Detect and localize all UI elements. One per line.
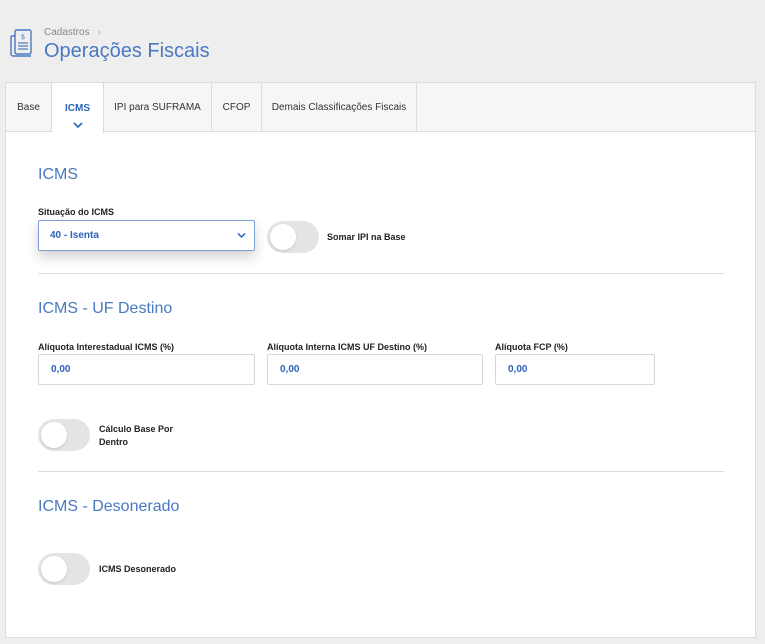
somar-ipi-toggle[interactable]	[267, 221, 319, 253]
page-title: Operações Fiscais	[44, 40, 210, 62]
aliquota-fcp-label: Alíquota FCP (%)	[495, 342, 568, 352]
svg-text:$: $	[21, 33, 25, 41]
section-title-desonerado: ICMS - Desonerado	[38, 498, 180, 515]
calculo-base-label: Cálculo Base Por Dentro	[99, 424, 174, 447]
aliquota-interna-label: Alíquota Interna ICMS UF Destino (%)	[267, 342, 428, 352]
input-value: 0,00	[51, 364, 71, 375]
situacao-icms-value: 40 - Isenta	[50, 230, 99, 241]
situacao-icms-label: Situação do ICMS	[38, 207, 115, 217]
aliquota-fcp-input[interactable]: 0,00	[495, 354, 655, 385]
tab-label: CFOP	[222, 102, 251, 113]
aliquota-interestadual-label: Alíquota Interestadual ICMS (%)	[38, 342, 175, 352]
main-panel: Base ICMS IPI para SUFRAMA CFOP Demais C…	[5, 82, 756, 638]
page-header: $ Cadastros › Operações Fiscais	[0, 0, 765, 82]
section-title-uf-destino: ICMS - UF Destino	[38, 300, 173, 317]
tab-bar: Base ICMS IPI para SUFRAMA CFOP Demais C…	[6, 83, 755, 133]
tab-cfop[interactable]: CFOP	[212, 83, 262, 132]
divider	[38, 273, 724, 274]
receipt-icon: $	[10, 29, 32, 57]
calculo-base-toggle[interactable]	[38, 419, 90, 451]
input-value: 0,00	[508, 364, 528, 375]
tab-label: Base	[17, 102, 40, 113]
tab-demais-classificacoes[interactable]: Demais Classificações Fiscais	[262, 83, 417, 132]
chevron-down-icon	[237, 232, 246, 239]
chevron-right-icon: ›	[97, 27, 101, 38]
input-value: 0,00	[280, 364, 300, 375]
toggle-knob	[41, 422, 67, 448]
chevron-down-icon	[72, 122, 83, 129]
aliquota-interna-input[interactable]: 0,00	[267, 354, 483, 385]
breadcrumb: Cadastros ›	[44, 27, 101, 38]
toggle-knob	[41, 556, 67, 582]
icms-desonerado-toggle[interactable]	[38, 553, 90, 585]
breadcrumb-item-cadastros[interactable]: Cadastros	[44, 27, 90, 38]
somar-ipi-label: Somar IPI na Base	[327, 232, 406, 242]
tab-base[interactable]: Base	[6, 83, 52, 132]
divider	[38, 471, 724, 472]
aliquota-interestadual-input[interactable]: 0,00	[38, 354, 255, 385]
situacao-icms-select[interactable]: 40 - Isenta	[38, 220, 255, 251]
icms-desonerado-label: ICMS Desonerado	[99, 564, 177, 574]
tab-icms[interactable]: ICMS	[52, 83, 104, 133]
tab-label: ICMS	[65, 102, 90, 114]
toggle-knob	[270, 224, 296, 250]
tab-label: IPI para SUFRAMA	[114, 102, 201, 113]
section-title-icms: ICMS	[38, 166, 78, 183]
tab-label: Demais Classificações Fiscais	[271, 102, 407, 113]
tab-ipi-suframa[interactable]: IPI para SUFRAMA	[104, 83, 212, 132]
